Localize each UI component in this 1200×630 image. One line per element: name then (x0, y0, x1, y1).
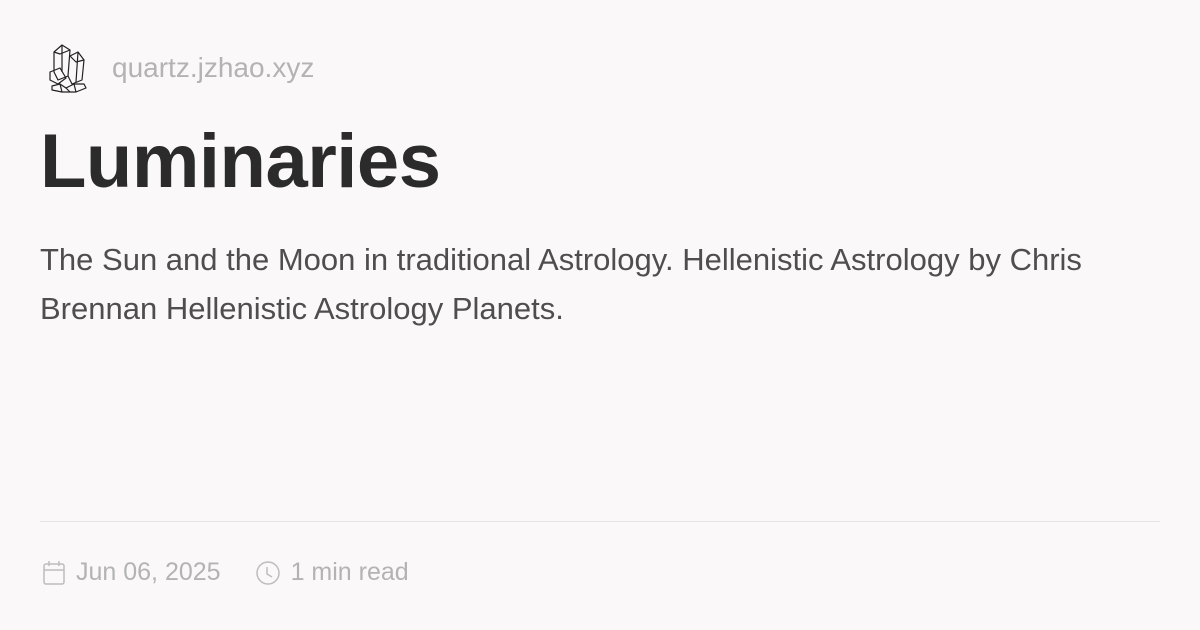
site-name[interactable]: quartz.jzhao.xyz (112, 52, 314, 84)
clock-icon (255, 560, 280, 585)
read-time: 1 min read (290, 558, 409, 586)
article-meta: Jun 06, 2025 1 min read (42, 558, 409, 587)
publish-date: Jun 06, 2025 (76, 558, 221, 586)
calendar-icon (43, 560, 65, 585)
site-header: quartz.jzhao.xyz (46, 42, 314, 94)
page-title: Luminaries (40, 119, 441, 204)
crystal-icon (49, 44, 87, 93)
page-description: The Sun and the Moon in traditional Astr… (40, 242, 1082, 326)
divider (40, 521, 1160, 522)
